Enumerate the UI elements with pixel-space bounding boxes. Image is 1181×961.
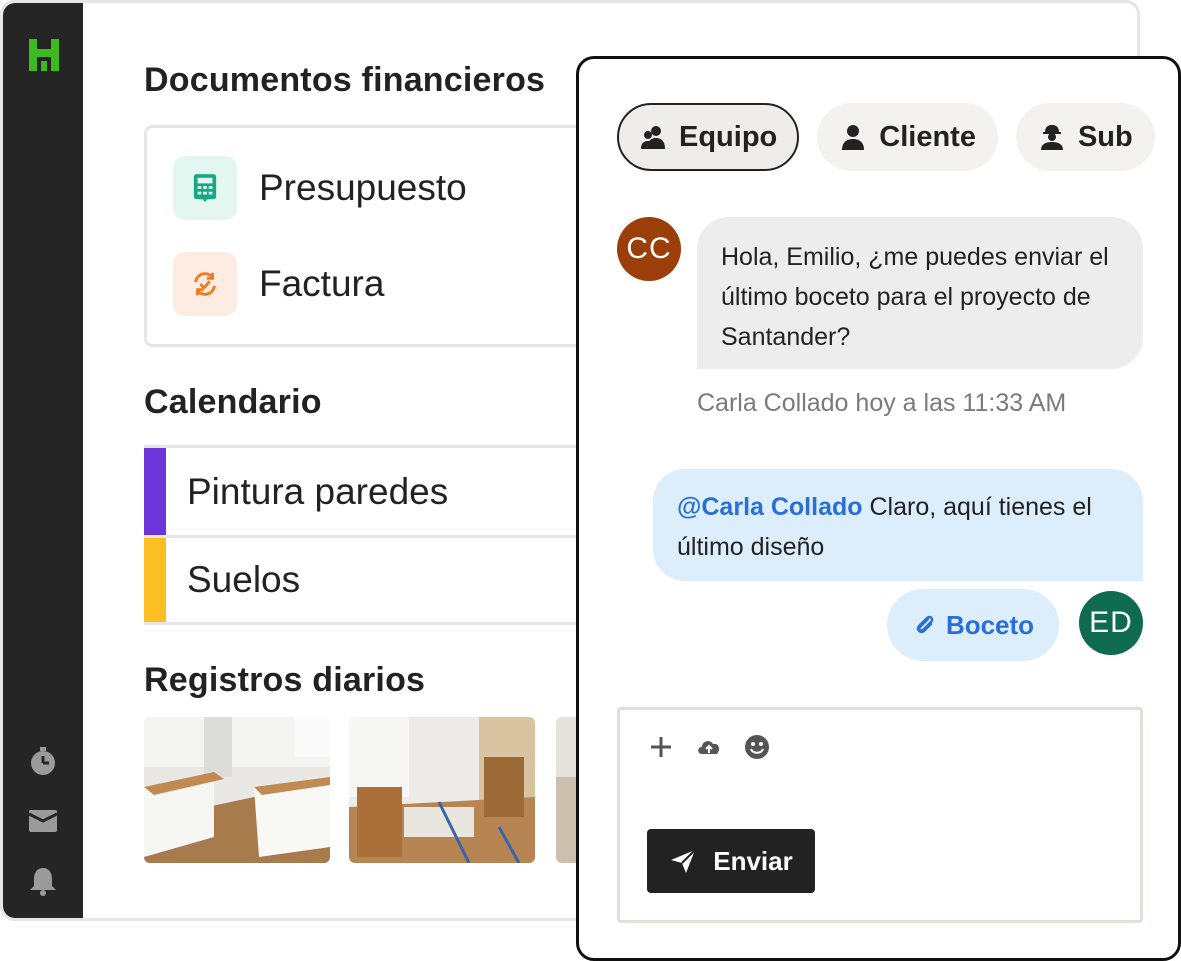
sidebar bbox=[3, 3, 83, 918]
send-button[interactable]: Enviar bbox=[647, 829, 815, 893]
mention-link[interactable]: @Carla Collado bbox=[677, 493, 863, 521]
paperclip-icon bbox=[916, 615, 934, 634]
attachment-label: Boceto bbox=[945, 609, 1035, 640]
bell-icon[interactable] bbox=[27, 865, 59, 897]
team-icon bbox=[641, 126, 665, 149]
tab-sub[interactable]: Sub bbox=[1015, 103, 1155, 171]
avatar: ED bbox=[1079, 591, 1143, 655]
tab-cliente[interactable]: Cliente bbox=[817, 103, 998, 171]
fin-item-presupuesto[interactable]: Presupuesto bbox=[173, 156, 467, 220]
plus-icon[interactable] bbox=[646, 732, 676, 762]
worker-icon bbox=[1040, 125, 1063, 150]
stopwatch-icon[interactable] bbox=[27, 745, 59, 777]
chat-panel: Equipo Cliente Sub CC Hola, Emilio, ¿me … bbox=[576, 56, 1181, 961]
send-icon bbox=[671, 849, 696, 873]
calculator-icon bbox=[173, 156, 237, 220]
incoming-message: Hola, Emilio, ¿me puedes enviar el últim… bbox=[697, 217, 1143, 369]
tab-label: Cliente bbox=[879, 120, 976, 153]
outgoing-message: @Carla Collado Claro, aquí tienes el últ… bbox=[653, 469, 1143, 581]
home-logo-icon[interactable] bbox=[29, 39, 59, 71]
calendar-item-label: Pintura paredes bbox=[187, 470, 449, 512]
fin-item-factura[interactable]: Factura bbox=[173, 252, 384, 316]
tab-equipo[interactable]: Equipo bbox=[617, 103, 800, 171]
tab-label: Equipo bbox=[679, 120, 778, 153]
send-label: Enviar bbox=[713, 845, 793, 876]
chat-tabs: Equipo Cliente Sub bbox=[617, 103, 1155, 171]
avatar: CC bbox=[617, 217, 681, 281]
daily-logs-title: Registros diarios bbox=[144, 661, 426, 699]
flooring-materials-photo[interactable] bbox=[349, 717, 535, 863]
calendar-title: Calendario bbox=[144, 383, 322, 421]
message-meta: Carla Collado hoy a las 11:33 AM bbox=[697, 389, 1067, 417]
emoji-icon[interactable] bbox=[742, 732, 772, 762]
upload-cloud-icon[interactable] bbox=[694, 732, 724, 762]
kitchen-cabinets-photo[interactable] bbox=[144, 717, 330, 863]
calendar-item-label: Suelos bbox=[187, 559, 301, 600]
attachment-link[interactable]: Boceto bbox=[887, 589, 1059, 661]
tab-label: Sub bbox=[1077, 120, 1133, 153]
fin-item-label: Factura bbox=[259, 263, 385, 304]
calendar-color-bar bbox=[144, 448, 166, 535]
person-icon bbox=[842, 125, 865, 150]
calendar-color-bar bbox=[144, 538, 166, 622]
refresh-check-icon bbox=[173, 252, 237, 316]
inbox-icon[interactable] bbox=[27, 805, 59, 837]
message-composer[interactable]: Enviar bbox=[617, 707, 1143, 923]
financial-docs-title: Documentos financieros bbox=[144, 61, 546, 99]
fin-item-label: Presupuesto bbox=[259, 167, 467, 208]
